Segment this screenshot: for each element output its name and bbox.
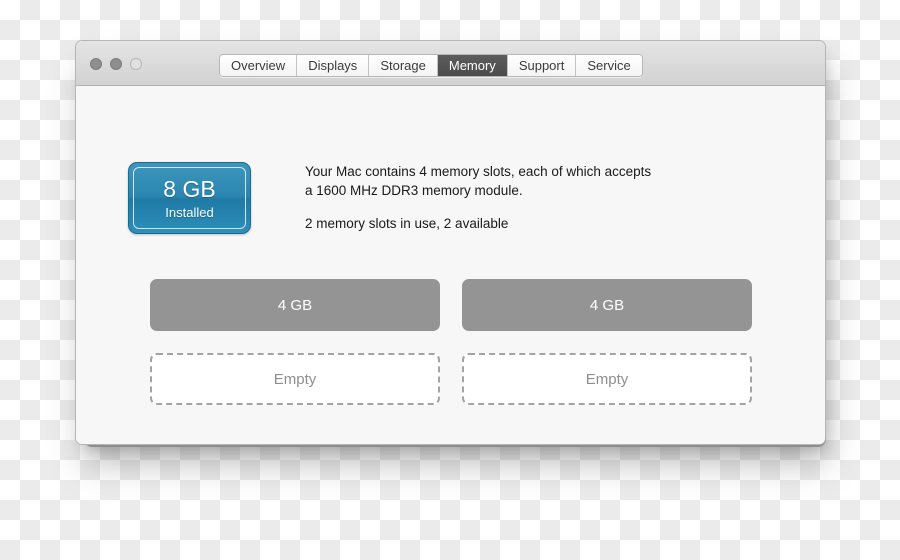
memory-slot-4[interactable]: Empty [462, 353, 752, 405]
tab-support[interactable]: Support [507, 55, 577, 76]
tab-service[interactable]: Service [576, 55, 642, 76]
memory-description-line-1: Your Mac contains 4 memory slots, each o… [305, 164, 652, 179]
memory-description: Your Mac contains 4 memory slots, each o… [305, 162, 715, 233]
memory-slot-grid: 4 GB 4 GB Empty Empty [150, 279, 752, 405]
tab-bar: Overview Displays Storage Memory Support… [219, 54, 643, 77]
window-titlebar: Overview Displays Storage Memory Support… [76, 41, 825, 86]
close-button[interactable] [90, 58, 102, 70]
tab-displays[interactable]: Displays [297, 55, 370, 76]
installed-memory-badge: 8 GB Installed [128, 162, 251, 234]
memory-slot-3[interactable]: Empty [150, 353, 440, 405]
tab-storage[interactable]: Storage [369, 55, 438, 76]
minimize-button[interactable] [110, 58, 122, 70]
installed-memory-state: Installed [165, 204, 214, 220]
memory-tab-content: 8 GB Installed Your Mac contains 4 memor… [76, 86, 825, 444]
installed-memory-size: 8 GB [163, 175, 216, 202]
traffic-light-controls [90, 58, 142, 70]
zoom-button[interactable] [130, 58, 142, 70]
tab-memory[interactable]: Memory [437, 55, 508, 76]
memory-slot-2[interactable]: 4 GB [462, 279, 752, 331]
memory-slots-in-use-text: 2 memory slots in use, 2 available [305, 216, 509, 231]
about-this-mac-window: Overview Displays Storage Memory Support… [75, 40, 826, 445]
memory-description-line-2: a 1600 MHz DDR3 memory module. [305, 183, 523, 198]
tab-overview[interactable]: Overview [220, 55, 298, 76]
memory-slot-1[interactable]: 4 GB [150, 279, 440, 331]
